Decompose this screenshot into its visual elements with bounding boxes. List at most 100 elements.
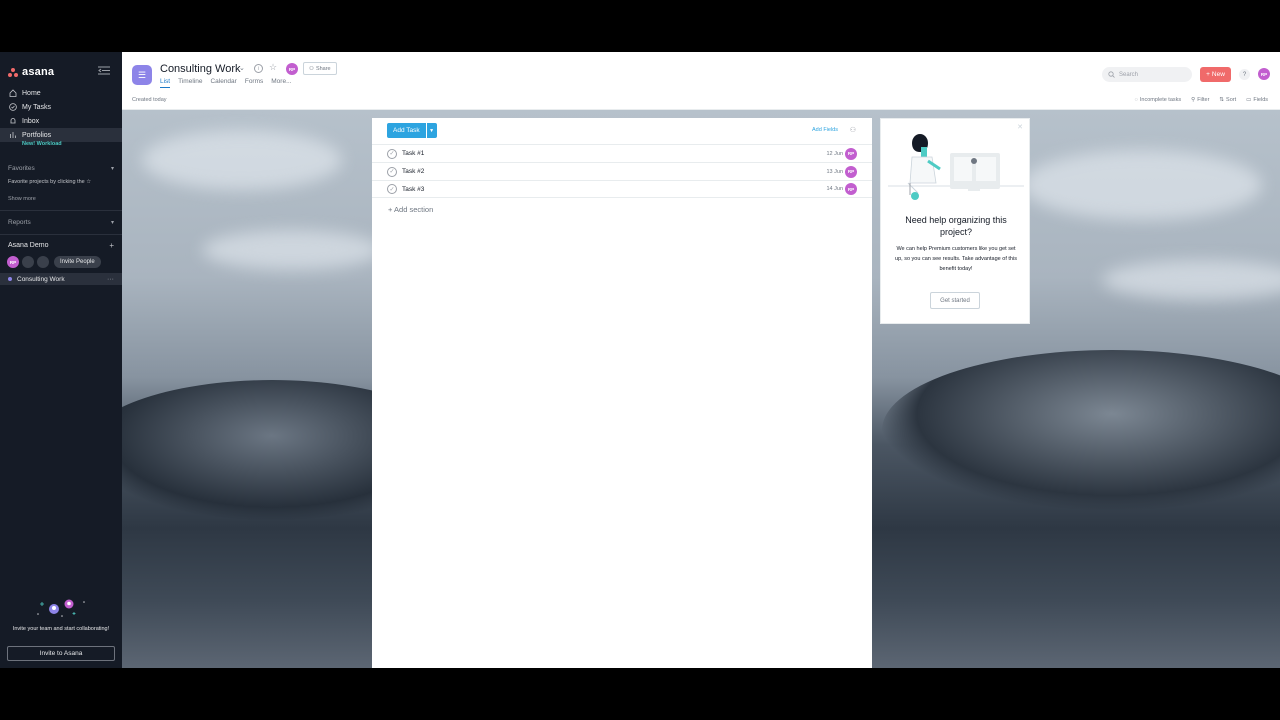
incomplete-tasks-button[interactable]: ◌ Incomplete tasks xyxy=(1135,97,1182,103)
new-label: New xyxy=(1211,71,1225,78)
table-row[interactable]: ✓ Task #2 13 Jun RP xyxy=(372,162,872,180)
task-name[interactable]: Task #1 xyxy=(402,150,424,157)
avatar-placeholder[interactable] xyxy=(37,256,49,268)
home-icon xyxy=(8,89,17,98)
sidebar-item-inbox[interactable]: Inbox xyxy=(0,114,122,128)
filter-button[interactable]: ⚲ Filter xyxy=(1191,97,1209,103)
assignee-avatar[interactable]: RP xyxy=(845,147,857,160)
task-name[interactable]: Task #3 xyxy=(402,186,424,193)
label: Incomplete tasks xyxy=(1139,97,1182,103)
help-icon[interactable]: ? xyxy=(1239,69,1250,80)
help-card-title: Need help organizing this project? xyxy=(905,215,1007,237)
workload-badge[interactable]: New! Workload xyxy=(22,141,62,147)
chevron-down-icon[interactable]: ▾ xyxy=(111,219,114,226)
avatar-placeholder[interactable] xyxy=(22,256,34,268)
new-button[interactable]: + New xyxy=(1200,67,1231,82)
complete-checkbox-icon[interactable]: ✓ xyxy=(387,166,397,177)
bar-chart-icon xyxy=(8,131,17,140)
tab-more[interactable]: More... xyxy=(271,78,291,88)
project-title[interactable]: Consulting Work xyxy=(160,63,241,75)
sort-button[interactable]: ⇅ Sort xyxy=(1219,97,1236,103)
asana-logo[interactable]: asana xyxy=(8,66,54,78)
project-color-dot xyxy=(8,277,12,281)
sidebar: asana Home My Tasks Inbox Portfolios New… xyxy=(0,52,122,668)
help-card-body: We can help Premium customers like you g… xyxy=(895,246,1017,272)
complete-checkbox-icon[interactable]: ✓ xyxy=(387,148,397,159)
add-task-button[interactable]: Add Task xyxy=(387,123,426,138)
avatar[interactable]: RP xyxy=(7,256,19,268)
filter-icon: ⚲ xyxy=(1191,97,1196,103)
sidebar-item-portfolios[interactable]: Portfolios xyxy=(0,128,122,142)
assignee-avatar[interactable]: RP xyxy=(845,183,857,195)
sidebar-item-label: Portfolios xyxy=(22,131,52,139)
search-placeholder: Search xyxy=(1119,71,1139,78)
complete-checkbox-icon[interactable]: ✓ xyxy=(387,184,397,194)
collapse-sidebar-icon[interactable] xyxy=(98,66,112,76)
tab-timeline[interactable]: Timeline xyxy=(178,78,202,88)
bell-icon xyxy=(8,117,17,126)
sidebar-item-label: Home xyxy=(22,89,41,97)
project-list-icon[interactable]: ☰ xyxy=(132,65,152,85)
invite-people-button[interactable]: Invite People xyxy=(54,256,101,268)
add-project-icon[interactable]: + xyxy=(109,241,114,250)
sidebar-item-my-tasks[interactable]: My Tasks xyxy=(0,100,122,114)
team-name[interactable]: Asana Demo xyxy=(8,242,48,249)
table-row[interactable]: ✓ Task #1 12 Jun RP xyxy=(372,144,872,162)
sidebar-item-label: Consulting Work xyxy=(17,275,65,283)
plus-icon: + xyxy=(1206,71,1210,78)
chevron-down-icon[interactable]: ▼ xyxy=(425,123,437,138)
get-started-button[interactable]: Get started xyxy=(930,292,980,309)
close-icon[interactable]: ✕ xyxy=(1017,123,1023,131)
reports-title[interactable]: Reports xyxy=(8,219,31,226)
person-icon[interactable]: ⚇ xyxy=(850,126,856,134)
help-illustration xyxy=(888,131,1024,209)
task-due-date[interactable]: 14 Jun xyxy=(826,186,843,192)
add-section-link[interactable]: + Add section xyxy=(388,205,433,214)
share-button[interactable]: ⚇ Share xyxy=(303,62,337,75)
tab-calendar[interactable]: Calendar xyxy=(210,78,236,88)
fields-button[interactable]: ▭ Fields xyxy=(1246,97,1268,103)
people-icon: ⚇ xyxy=(309,65,314,72)
task-name[interactable]: Task #2 xyxy=(402,168,424,175)
divider xyxy=(0,234,122,235)
sidebar-item-label: Inbox xyxy=(22,117,40,125)
check-circle-icon: ◌ xyxy=(1134,97,1138,103)
favorites-title[interactable]: Favorites xyxy=(8,165,35,172)
add-fields-link[interactable]: Add Fields xyxy=(812,127,838,133)
label: Filter xyxy=(1197,97,1210,103)
chevron-down-icon[interactable]: ▾ xyxy=(111,165,114,172)
label: Fields xyxy=(1253,97,1268,103)
list-actions: ◌ Incomplete tasks ⚲ Filter ⇅ Sort ▭ Fields xyxy=(1135,97,1268,103)
search-icon xyxy=(1108,71,1115,78)
invite-illustration xyxy=(34,598,90,620)
sidebar-item-home[interactable]: Home xyxy=(0,86,122,100)
team-members: RP Invite People xyxy=(7,256,101,268)
sort-icon: ⇅ xyxy=(1219,97,1225,103)
table-row[interactable]: ✓ Task #3 14 Jun RP xyxy=(372,180,872,198)
share-label: Share xyxy=(315,65,331,72)
invite-text: Invite your team and start collaborating… xyxy=(12,626,110,632)
chevron-down-icon[interactable]: ⌄ xyxy=(239,64,245,72)
tab-forms[interactable]: Forms xyxy=(245,78,263,88)
star-icon[interactable]: ☆ xyxy=(269,62,277,73)
invite-to-asana-button[interactable]: Invite to Asana xyxy=(7,646,115,661)
task-due-date[interactable]: 12 Jun xyxy=(826,151,843,157)
task-list-panel: Add Task ▼ Add Fields ⚇ ✓ Task #1 12 Jun… xyxy=(372,118,872,668)
more-icon[interactable]: ··· xyxy=(107,276,114,283)
app-window: asana Home My Tasks Inbox Portfolios New… xyxy=(0,52,1280,668)
sidebar-item-consulting-work[interactable]: Consulting Work ··· xyxy=(0,273,122,285)
search-input[interactable]: Search xyxy=(1102,67,1192,82)
assignee-avatar[interactable]: RP xyxy=(845,165,857,178)
tab-list[interactable]: List xyxy=(160,78,171,88)
logo-text: asana xyxy=(22,66,55,78)
premium-help-card: ✕ Need help organizing this project? We … xyxy=(880,118,1030,324)
add-task-group: Add Task ▼ xyxy=(387,123,437,138)
created-status: Created today xyxy=(132,97,167,103)
show-more-link[interactable]: Show more xyxy=(8,196,36,202)
user-avatar[interactable]: RP xyxy=(1258,68,1270,80)
avatar[interactable]: RP xyxy=(286,63,298,75)
list-toolbar: Created today ◌ Incomplete tasks ⚲ Filter … xyxy=(122,95,1280,110)
info-icon[interactable]: i xyxy=(254,64,263,73)
sidebar-nav: Home My Tasks Inbox Portfolios xyxy=(0,86,122,142)
task-due-date[interactable]: 13 Jun xyxy=(826,169,843,175)
